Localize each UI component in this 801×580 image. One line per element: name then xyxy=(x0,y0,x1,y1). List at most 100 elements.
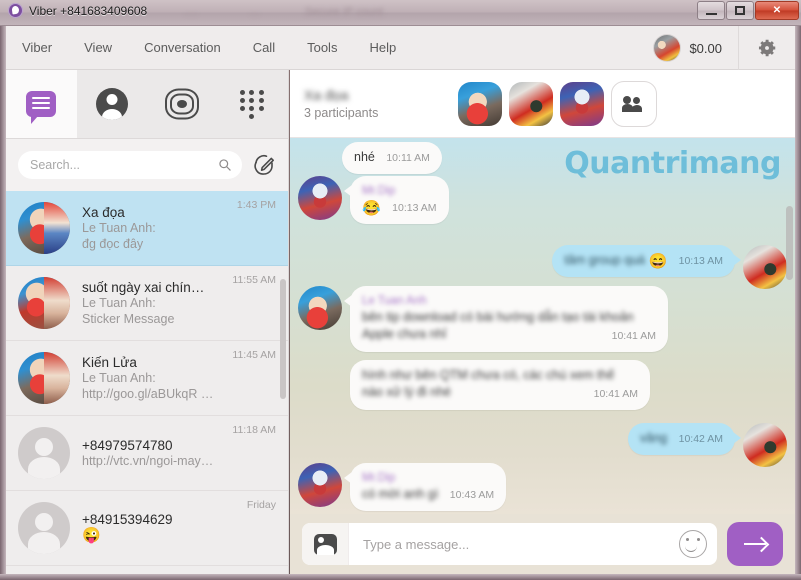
settings-button[interactable] xyxy=(738,26,795,70)
chat-preview: đg đọc đây xyxy=(82,236,144,251)
message-list[interactable]: Quantrimang nhé 10:11 AM Mr.Dip 😂 10:13 … xyxy=(290,138,795,514)
message-sender: Mr.Dip xyxy=(362,472,396,484)
message-time: 10:13 AM xyxy=(678,255,723,267)
minimize-button[interactable] xyxy=(697,1,725,20)
message-text: hình như bên QTM chưa có, các chú xem th… xyxy=(362,368,615,399)
chat-list-item-4[interactable]: +84915394629 😜 Friday xyxy=(6,491,288,566)
message-emoji: 😄 xyxy=(648,253,668,270)
participant-avatar-2[interactable] xyxy=(560,81,604,126)
menu-bar: Viber View Conversation Call Tools Help … xyxy=(6,26,795,70)
message-row-0: nhé 10:11 AM xyxy=(342,142,442,174)
composer-input-wrap[interactable] xyxy=(302,523,717,565)
sidebar-tabs xyxy=(6,70,288,139)
window-title: Viber +841683409608 xyxy=(29,3,148,18)
message-text: có mời anh gì xyxy=(362,487,439,501)
message-row-1: Mr.Dip 😂 10:13 AM xyxy=(298,176,449,224)
chat-time: 11:45 AM xyxy=(232,349,276,361)
search-icon xyxy=(219,159,231,171)
message-row-6: Mr.Dip có mời anh gì 10:43 AM xyxy=(298,463,507,511)
chat-list-item-3[interactable]: +84979574780 http://vtc.vn/ngoi-may… 11:… xyxy=(6,416,288,491)
group-info-button[interactable] xyxy=(611,80,657,127)
conversation-header-text: Xa đọa 3 participants xyxy=(304,87,444,120)
maximize-button[interactable] xyxy=(726,1,754,20)
message-input[interactable] xyxy=(349,536,679,552)
menu-item-view[interactable]: View xyxy=(68,26,128,70)
chat-title: +84979574780 xyxy=(82,437,173,453)
chat-list-item-0[interactable]: Xa đọa Le Tuan Anh: đg đọc đây 1:43 PM xyxy=(6,191,288,266)
message-emoji: 😂 xyxy=(362,200,381,217)
message-row-2: tâm group quá 😄 10:13 AM xyxy=(552,245,787,289)
conversation-header: Xa đọa 3 participants xyxy=(290,70,795,138)
chat-list[interactable]: Xa đọa Le Tuan Anh: đg đọc đây 1:43 PM s… xyxy=(6,191,288,574)
chat-bubble-icon xyxy=(26,91,57,124)
app-window: Viber +841683409608 .... ... Secure IP c… xyxy=(0,0,801,580)
window-controls: ✕ xyxy=(697,1,799,20)
menu-bar-right: $0.00 xyxy=(654,26,795,70)
message-avatar[interactable] xyxy=(298,176,342,220)
viber-logo-icon xyxy=(8,3,23,18)
message-time: 10:42 AM xyxy=(678,433,723,445)
chat-time: 11:55 AM xyxy=(232,274,276,286)
chat-list-item-meta: +84979574780 http://vtc.vn/ngoi-may… xyxy=(82,438,278,469)
send-arrow-icon xyxy=(744,543,766,545)
participant-avatar-0[interactable] xyxy=(458,81,502,126)
chat-sender: Le Tuan Anh: xyxy=(82,370,156,385)
message-composer xyxy=(290,514,795,574)
chat-title: +84915394629 xyxy=(82,512,173,527)
close-button[interactable]: ✕ xyxy=(755,1,799,20)
account-avatar[interactable] xyxy=(654,35,681,61)
menu-item-conversation[interactable]: Conversation xyxy=(128,26,237,70)
menu-item-viber[interactable]: Viber xyxy=(6,26,68,70)
site-watermark: Quantrimang xyxy=(564,146,781,181)
chat-list-item-meta: Xa đọa Le Tuan Anh: đg đọc đây xyxy=(82,205,278,252)
compose-icon[interactable] xyxy=(252,153,276,177)
chat-list-item-meta: Kiến Lửa Le Tuan Anh: http://goo.gl/aBUk… xyxy=(82,355,278,402)
message-bubble[interactable]: Mr.Dip 😂 10:13 AM xyxy=(344,176,449,224)
message-avatar[interactable] xyxy=(743,423,787,467)
chat-list-item-1[interactable]: suốt ngày xai chín… Le Tuan Anh: Sticker… xyxy=(6,266,288,341)
group-people-icon xyxy=(622,95,646,112)
message-sender: Mr.Dip xyxy=(362,185,396,197)
tab-contacts[interactable] xyxy=(77,70,148,138)
search-input[interactable] xyxy=(28,157,218,173)
menu-item-call[interactable]: Call xyxy=(237,26,291,70)
chat-time: 11:18 AM xyxy=(232,424,276,436)
chat-sender: Le Tuan Anh: xyxy=(82,295,156,310)
avatar xyxy=(18,502,70,554)
message-bubble[interactable]: vâng 10:42 AM xyxy=(628,423,741,455)
photo-attach-icon xyxy=(313,533,337,555)
send-button[interactable] xyxy=(727,522,783,566)
attach-photo-button[interactable] xyxy=(302,523,349,565)
search-box[interactable] xyxy=(18,151,242,179)
chat-list-item-2[interactable]: Kiến Lửa Le Tuan Anh: http://goo.gl/aBUk… xyxy=(6,341,288,416)
credit-balance[interactable]: $0.00 xyxy=(689,41,722,56)
message-avatar[interactable] xyxy=(298,463,342,507)
chat-list-scrollbar[interactable] xyxy=(280,279,286,399)
message-bubble[interactable]: nhé 10:11 AM xyxy=(342,142,442,174)
message-bubble[interactable]: hình như bên QTM chưa có, các chú xem th… xyxy=(350,360,650,410)
message-list-scrollbar[interactable] xyxy=(786,206,793,280)
window-frame-right xyxy=(795,26,801,580)
chat-list-item-meta: suốt ngày xai chín… Le Tuan Anh: Sticker… xyxy=(82,280,278,327)
menu-item-tools[interactable]: Tools xyxy=(291,26,353,70)
conversation-title: Xa đọa xyxy=(304,87,349,103)
message-row-5: vâng 10:42 AM xyxy=(628,423,787,467)
message-avatar[interactable] xyxy=(743,245,787,289)
message-time: 10:41 AM xyxy=(611,330,656,342)
title-ghost-1: .... xyxy=(185,6,198,18)
tab-chats[interactable] xyxy=(6,70,77,138)
participant-avatar-1[interactable] xyxy=(509,81,553,126)
tab-public-accounts[interactable] xyxy=(147,70,218,138)
menu-item-help[interactable]: Help xyxy=(353,26,412,70)
chat-preview: Sticker Message xyxy=(82,311,175,326)
chat-time: 1:43 PM xyxy=(236,199,276,211)
chat-preview-emoji: 😜 xyxy=(82,527,101,544)
message-time: 10:43 AM xyxy=(449,489,495,501)
message-bubble[interactable]: tâm group quá 😄 10:13 AM xyxy=(552,245,741,277)
tab-keypad[interactable] xyxy=(218,70,289,138)
message-avatar[interactable] xyxy=(298,286,342,330)
avatar xyxy=(18,352,70,404)
message-bubble[interactable]: Mr.Dip có mời anh gì 10:43 AM xyxy=(343,463,507,511)
smiley-icon[interactable] xyxy=(679,530,707,558)
message-bubble[interactable]: Le Tuan Anh bên tip download có bài hướn… xyxy=(344,286,668,352)
